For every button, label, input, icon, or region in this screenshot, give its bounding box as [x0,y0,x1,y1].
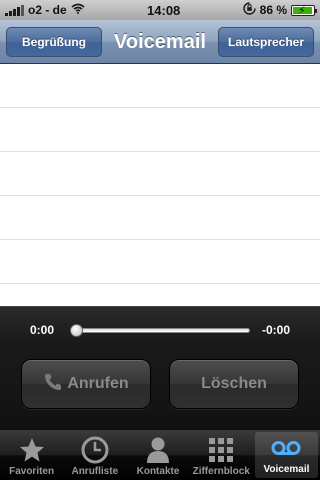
tab-label: Favoriten [9,466,55,477]
status-right: 86 % ⚡ [242,2,317,18]
playback-panel: 0:00 -0:00 Anrufen Löschen [0,306,320,430]
list-row [0,152,320,196]
list-row [0,196,320,240]
list-row [0,64,320,108]
call-back-button[interactable]: Anrufen [21,359,151,409]
phone-icon [43,372,63,397]
scrubber-row: 0:00 -0:00 [0,321,320,341]
star-icon [17,436,47,464]
clock-time: 14:08 [147,2,181,18]
scrubber-knob[interactable] [70,324,83,337]
call-back-label: Anrufen [67,375,129,392]
list-row [0,240,320,284]
remaining-time: -0:00 [261,323,290,337]
greeting-button[interactable]: Begrüßung [6,27,102,57]
tab-bar: Favoriten Anrufliste Kontakte Ziffernblo… [0,430,320,480]
navigation-bar: Begrüßung Voicemail Lautsprecher [0,20,320,64]
tab-voicemail[interactable]: Voicemail [254,432,319,478]
person-icon [143,436,173,464]
tab-label: Anrufliste [71,466,119,477]
delete-label: Löschen [201,375,267,392]
status-bar: o2 - de 14:08 86 % ⚡ [0,0,320,20]
tab-keypad[interactable]: Ziffernblock [190,430,253,480]
delete-button[interactable]: Löschen [169,359,299,409]
tab-label: Kontakte [136,466,180,477]
status-left: o2 - de [5,3,85,17]
playback-scrubber[interactable] [72,328,250,333]
speaker-button[interactable]: Lautsprecher [218,27,314,57]
tab-contacts[interactable]: Kontakte [126,430,189,480]
tab-label: Ziffernblock [192,466,250,477]
tab-recents[interactable]: Anrufliste [63,430,126,480]
signal-icon [5,4,24,16]
keypad-icon [206,436,236,464]
wifi-icon [71,3,85,17]
tab-label: Voicemail [263,464,310,475]
tab-favorites[interactable]: Favoriten [0,430,63,480]
clock-icon [80,436,110,464]
battery-charging-icon: ⚡ [291,4,317,17]
battery-percent: 86 % [259,3,287,17]
carrier-label: o2 - de [28,3,67,17]
voicemail-icon [271,434,301,462]
page-title: Voicemail [114,30,206,53]
list-row [0,108,320,152]
voicemail-list[interactable] [0,64,320,306]
elapsed-time: 0:00 [30,323,55,337]
rotation-lock-icon [242,2,256,18]
